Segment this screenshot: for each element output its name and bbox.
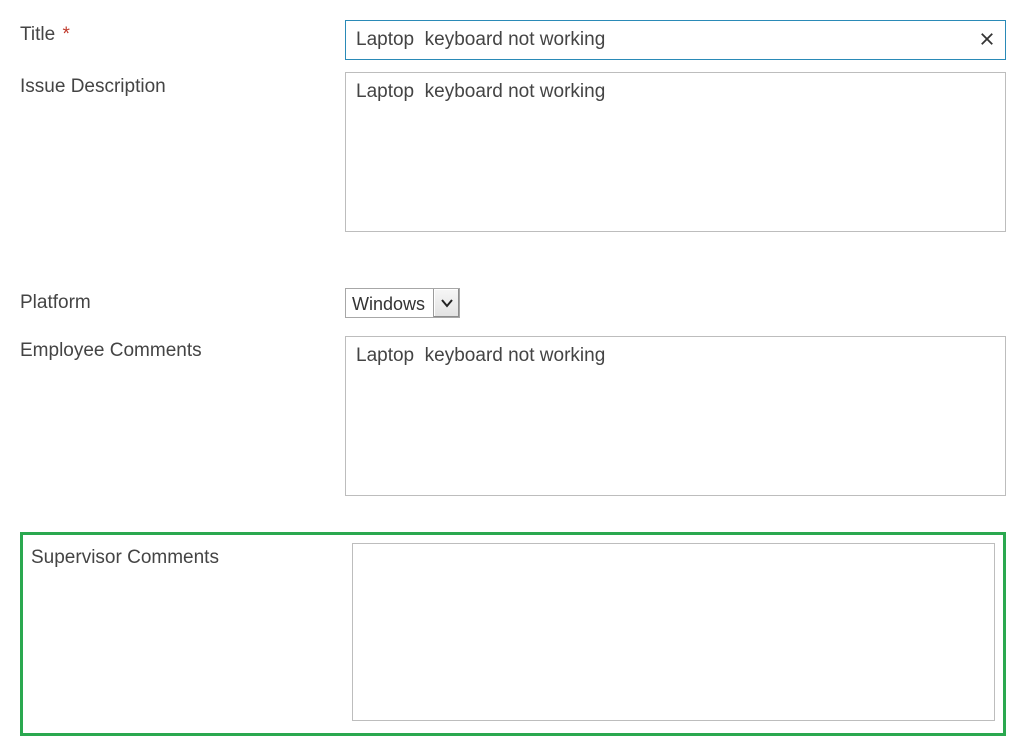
chevron-down-icon <box>433 289 459 317</box>
platform-select[interactable]: Windows <box>345 288 460 318</box>
supervisor-comments-row: Supervisor Comments <box>20 532 1006 736</box>
issue-description-textarea[interactable]: Laptop keyboard not working <box>345 72 1006 232</box>
platform-select-value: Windows <box>346 289 433 317</box>
required-indicator: * <box>62 24 69 45</box>
issue-description-label: Issue Description <box>20 72 345 98</box>
employee-comments-textarea[interactable]: Laptop keyboard not working <box>345 336 1006 496</box>
title-row: Title * <box>20 20 1006 60</box>
supervisor-comments-label: Supervisor Comments <box>25 543 352 569</box>
supervisor-comments-textarea[interactable] <box>352 543 995 721</box>
issue-description-row: Issue Description Laptop keyboard not wo… <box>20 72 1006 238</box>
title-input[interactable] <box>345 20 1006 60</box>
title-input-wrap <box>345 20 1006 60</box>
employee-comments-label: Employee Comments <box>20 336 345 362</box>
title-label: Title * <box>20 20 345 46</box>
title-label-text: Title <box>20 24 55 45</box>
platform-row: Platform Windows <box>20 288 1006 318</box>
platform-label: Platform <box>20 288 345 314</box>
employee-comments-row: Employee Comments Laptop keyboard not wo… <box>20 336 1006 502</box>
clear-title-icon[interactable] <box>976 27 998 53</box>
